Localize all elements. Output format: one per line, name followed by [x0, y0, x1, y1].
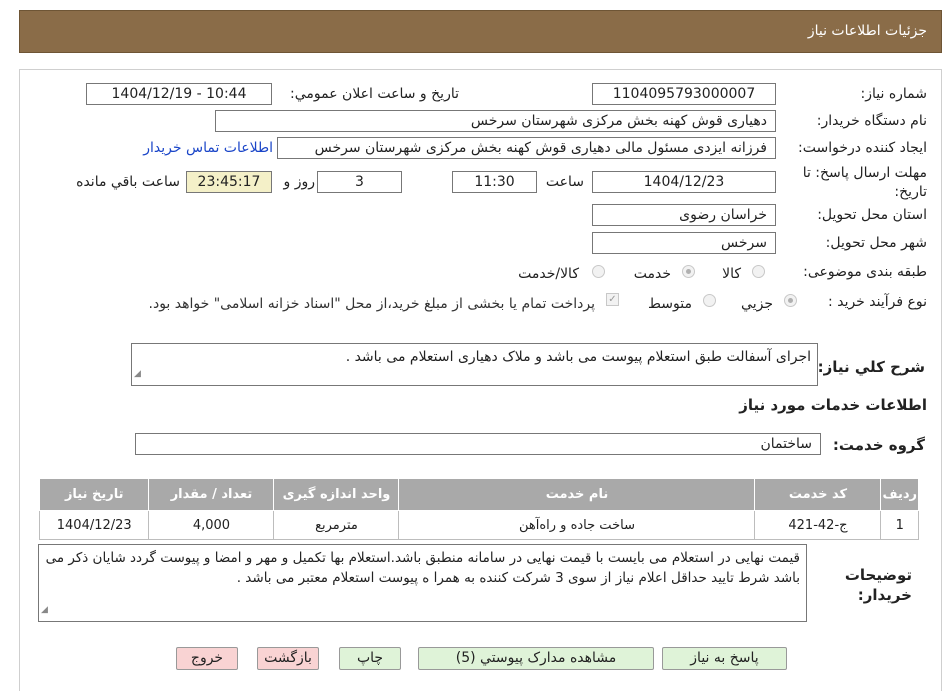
col-service-name: نام خدمت	[398, 478, 756, 511]
deadline-time-field: 11:30	[452, 171, 537, 193]
service-group-field: ساختمان	[135, 433, 821, 455]
days-field: 3	[317, 171, 402, 193]
buyer-notes-label-2: خریدار:	[857, 586, 912, 604]
attachments-button[interactable]: مشاهده مدارک پیوستي (5)	[418, 647, 654, 670]
cell-quantity: 4,000	[148, 510, 275, 540]
service-group-label: گروه خدمت:	[832, 436, 925, 454]
col-quantity: تعداد / مقدار	[148, 478, 275, 511]
col-need-date: تاریخ نیاز	[38, 478, 150, 511]
exit-button[interactable]: خروج	[176, 647, 238, 670]
remaining-label: ساعت باقي مانده	[76, 174, 180, 190]
province-label: استان محل تحویل:	[817, 207, 927, 223]
resize-grip-icon[interactable]: ◢	[41, 600, 48, 620]
col-service-code: کد خدمت	[754, 478, 882, 511]
category-radio-service[interactable]	[682, 265, 695, 278]
col-row: ردیف	[880, 478, 919, 511]
category-radio-goods[interactable]	[752, 265, 765, 278]
services-section-title: اطلاعات خدمات مورد نیاز	[739, 396, 927, 414]
cell-row: 1	[880, 510, 919, 540]
cell-service-name: ساخت جاده و راه‌آهن	[398, 510, 756, 540]
process-radio-medium[interactable]	[703, 294, 716, 307]
buyer-contact-link[interactable]: اطلاعات تماس خریدار	[143, 140, 273, 156]
city-field: سرخس	[592, 232, 776, 254]
back-button[interactable]: بازگشت	[257, 647, 319, 670]
announce-field: 1404/12/19 - 10:44	[86, 83, 272, 105]
page-title: جزئیات اطلاعات نیاز	[807, 23, 927, 39]
buyer-notes-textarea[interactable]: قیمت نهایی در استعلام می بایست با قیمت ن…	[38, 544, 807, 622]
print-button[interactable]: چاپ	[339, 647, 401, 670]
deadline-date-field: 1404/12/23	[592, 171, 776, 193]
payment-note: پرداخت تمام یا بخشی از مبلغ خرید،از محل …	[148, 296, 595, 312]
city-label: شهر محل تحویل:	[825, 235, 927, 251]
buyer-org-label: نام دستگاه خریدار:	[816, 113, 927, 129]
cell-service-code: ج-42-421	[754, 510, 882, 540]
requester-label: ایجاد کننده درخواست:	[798, 140, 927, 156]
deadline-label-2: تاریخ:	[894, 184, 927, 200]
province-field: خراسان رضوی	[592, 204, 776, 226]
announce-label: تاریخ و ساعت اعلان عمومي:	[290, 86, 459, 102]
description-textarea[interactable]: اجرای آسفالت طبق استعلام پیوست می باشد و…	[131, 343, 818, 386]
days-label: روز و	[283, 174, 316, 190]
table-header-row: ردیف کد خدمت نام خدمت واحد اندازه گیری ت…	[38, 478, 919, 511]
payment-checkbox[interactable]: ✓	[606, 293, 619, 306]
cell-need-date: 1404/12/23	[38, 510, 150, 540]
description-text: اجرای آسفالت طبق استعلام پیوست می باشد و…	[345, 349, 811, 365]
process-label: نوع فرآیند خرید :	[828, 294, 927, 310]
need-number-label: شماره نیاز:	[860, 86, 928, 102]
remaining-time-field: 23:45:17	[186, 171, 272, 193]
requester-field: فرزانه ایزدی مسئول مالی دهیاری قوش کهنه …	[277, 137, 776, 159]
category-radio-goods-service[interactable]	[592, 265, 605, 278]
reply-button[interactable]: پاسخ به نیاز	[662, 647, 787, 670]
table-row: 1 ج-42-421 ساخت جاده و راه‌آهن مترمربع 4…	[38, 510, 919, 540]
cell-unit: مترمربع	[273, 510, 400, 540]
resize-grip-icon[interactable]: ◢	[134, 364, 141, 384]
category-option-goods: کالا	[722, 266, 741, 282]
category-option-service: خدمت	[633, 266, 671, 282]
process-option-partial: جزیي	[741, 296, 773, 312]
process-option-medium: متوسط	[648, 296, 692, 312]
category-option-goods-service: کالا/خدمت	[518, 266, 579, 282]
category-label: طبقه بندی موضوعی:	[803, 264, 927, 280]
buyer-notes-label: توضیحات	[844, 566, 912, 584]
services-table: ردیف کد خدمت نام خدمت واحد اندازه گیری ت…	[38, 478, 919, 540]
page-header: جزئیات اطلاعات نیاز	[19, 10, 942, 53]
deadline-label: مهلت ارسال پاسخ: تا	[802, 165, 927, 181]
need-number-field: 1104095793000007	[592, 83, 776, 105]
col-unit: واحد اندازه گیری	[273, 478, 400, 511]
buyer-org-field: دهیاری قوش کهنه بخش مرکزی شهرستان سرخس	[215, 110, 776, 132]
announce-value: 1404/12/19 - 10:44	[111, 86, 247, 102]
time-label: ساعت	[545, 174, 584, 190]
description-label: شرح کلي نیاز:	[817, 358, 925, 376]
process-radio-partial[interactable]	[784, 294, 797, 307]
buyer-notes-text: قیمت نهایی در استعلام می بایست با قیمت ن…	[45, 550, 800, 586]
